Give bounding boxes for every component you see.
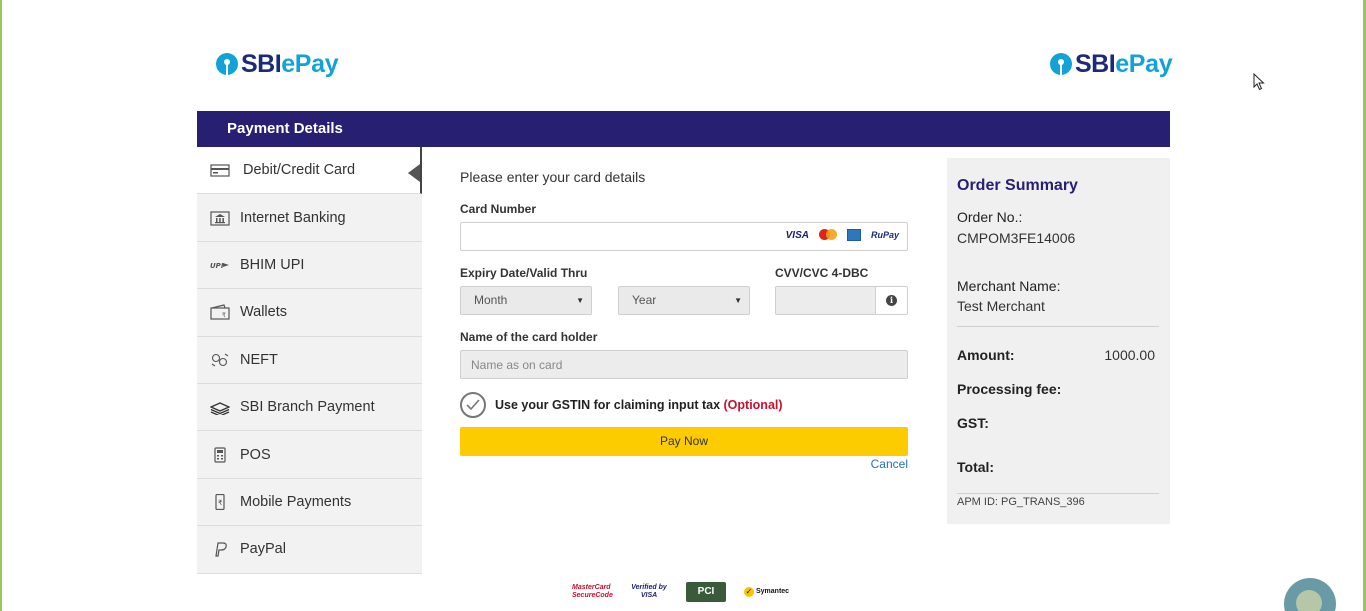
cvv-info-button[interactable]: i	[875, 287, 907, 314]
paypal-icon	[210, 541, 230, 557]
summary-divider	[957, 326, 1159, 327]
sidebar-item-label: Debit/Credit Card	[243, 162, 356, 179]
merchant-name-label: Merchant Name:	[957, 278, 1061, 294]
sidebar-item-sbi-branch-payment[interactable]: SBI Branch Payment	[197, 384, 422, 432]
pay-now-button[interactable]: Pay Now	[460, 427, 908, 456]
order-no-label: Order No.:	[957, 209, 1023, 225]
year-value: Year	[632, 293, 657, 307]
security-badges: MasterCard SecureCode Verified by VISA P…	[572, 582, 789, 602]
sidebar-item-pos[interactable]: POS	[197, 431, 422, 479]
order-summary-title: Order Summary	[957, 177, 1078, 194]
sidebar-item-paypal[interactable]: PayPal	[197, 526, 422, 574]
transfer-icon	[210, 352, 230, 368]
logo-sbi-text: SBI	[241, 49, 282, 78]
gstin-text: Use your GSTIN for claiming input tax	[495, 398, 721, 412]
window-border-left	[0, 0, 2, 611]
svg-text:UPI: UPI	[210, 262, 224, 270]
sidebar-item-label: PayPal	[240, 541, 286, 558]
svg-text:₹: ₹	[218, 499, 223, 507]
cvv-input[interactable]: i	[775, 286, 908, 315]
sidebar-item-label: Mobile Payments	[240, 493, 352, 510]
chat-widget-button[interactable]	[1284, 578, 1336, 611]
order-no-value: CMPOM3FE14006	[957, 230, 1076, 246]
gst-label: GST:	[957, 415, 989, 431]
cash-stack-icon	[210, 399, 230, 416]
verified-by-visa-badge: Verified by VISA	[631, 584, 667, 599]
symantec-badge: ✓ Symantec	[744, 587, 789, 597]
sidebar-item-wallets[interactable]: ₹ Wallets	[197, 289, 422, 337]
logo-epay-text: ePay	[281, 49, 339, 78]
symantec-check-icon: ✓	[744, 587, 754, 597]
sbi-logo-icon	[216, 53, 238, 75]
cancel-link[interactable]: Cancel	[871, 457, 908, 471]
sbiepay-logo-left: SBI ePay	[216, 48, 339, 80]
merchant-name-value: Test Merchant	[957, 298, 1045, 314]
wallet-icon: ₹	[210, 304, 230, 320]
month-value: Month	[474, 293, 508, 307]
card-holder-input[interactable]: Name as on card	[460, 350, 908, 379]
symantec-text: Symantec	[756, 588, 790, 595]
expiry-label: Expiry Date/Valid Thru	[460, 266, 588, 280]
info-icon: i	[886, 295, 897, 306]
sidebar-item-mobile-payments[interactable]: ₹ Mobile Payments	[197, 479, 422, 527]
sidebar-item-neft[interactable]: NEFT	[197, 337, 422, 384]
total-label: Total:	[957, 459, 995, 475]
credit-card-icon	[210, 162, 230, 178]
mastercard-icon	[818, 229, 837, 241]
mastercard-securecode-badge: MasterCard SecureCode	[572, 584, 613, 599]
expiry-month-select[interactable]: Month ▼	[460, 286, 592, 315]
apm-id: APM ID: PG_TRANS_396	[957, 496, 1085, 508]
order-summary-panel: Order Summary Order No.: CMPOM3FE14006 M…	[947, 158, 1170, 524]
mobile-rupee-icon: ₹	[210, 493, 230, 510]
pos-terminal-icon	[210, 446, 230, 463]
card-number-label: Card Number	[460, 202, 537, 216]
checkmark-icon	[466, 399, 480, 411]
gstin-optional: (Optional)	[723, 398, 783, 412]
sidebar-item-label: POS	[240, 446, 271, 463]
gstin-checkbox[interactable]	[460, 392, 486, 418]
card-holder-placeholder: Name as on card	[471, 358, 563, 372]
sbi-logo-icon	[1050, 53, 1072, 75]
sbiepay-logo-right: SBI ePay	[1050, 48, 1173, 80]
processing-fee-label: Processing fee:	[957, 381, 1062, 397]
chevron-down-icon: ▼	[734, 296, 742, 305]
chevron-down-icon: ▼	[576, 296, 584, 305]
expiry-year-select[interactable]: Year ▼	[618, 286, 750, 315]
logo-epay-text: ePay	[1115, 49, 1173, 78]
mouse-cursor-icon	[1253, 73, 1265, 91]
logo-sbi-text: SBI	[1075, 49, 1116, 78]
sidebar-item-label: NEFT	[240, 351, 278, 368]
sidebar-item-label: SBI Branch Payment	[240, 399, 375, 416]
form-intro: Please enter your card details	[460, 169, 646, 185]
bank-icon	[210, 210, 230, 226]
sidebar-item-label: BHIM UPI	[240, 256, 305, 273]
card-number-input[interactable]: VISA RuPay	[460, 222, 908, 251]
amount-value: 1000.00	[1104, 347, 1155, 363]
header-title: Payment Details	[227, 120, 343, 137]
rupay-logo: RuPay	[870, 230, 899, 240]
sidebar-item-label: Internet Banking	[240, 209, 346, 226]
visa-logo: VISA	[785, 229, 809, 241]
sidebar-item-bhim-upi[interactable]: UPI BHIM UPI	[197, 242, 422, 290]
amount-label: Amount:	[957, 347, 1015, 363]
payment-details-header: Payment Details	[197, 111, 1170, 147]
sidebar-item-internet-banking[interactable]: Internet Banking	[197, 194, 422, 242]
sidebar-item-debit-credit-card[interactable]: Debit/Credit Card	[197, 147, 422, 195]
upi-icon: UPI	[210, 257, 230, 273]
card-brand-logos: VISA RuPay	[786, 229, 899, 241]
sidebar-item-label: Wallets	[240, 304, 287, 321]
amex-icon	[846, 229, 861, 241]
pci-badge: PCI	[686, 582, 726, 602]
card-holder-label: Name of the card holder	[460, 330, 598, 344]
gstin-label: Use your GSTIN for claiming input tax (O…	[495, 398, 783, 412]
summary-divider	[957, 493, 1159, 494]
cvv-label: CVV/CVC 4-DBC	[775, 266, 869, 280]
payment-methods-sidebar: Debit/Credit Card Internet Banking UPI B…	[197, 147, 422, 574]
svg-text:₹: ₹	[222, 312, 226, 319]
